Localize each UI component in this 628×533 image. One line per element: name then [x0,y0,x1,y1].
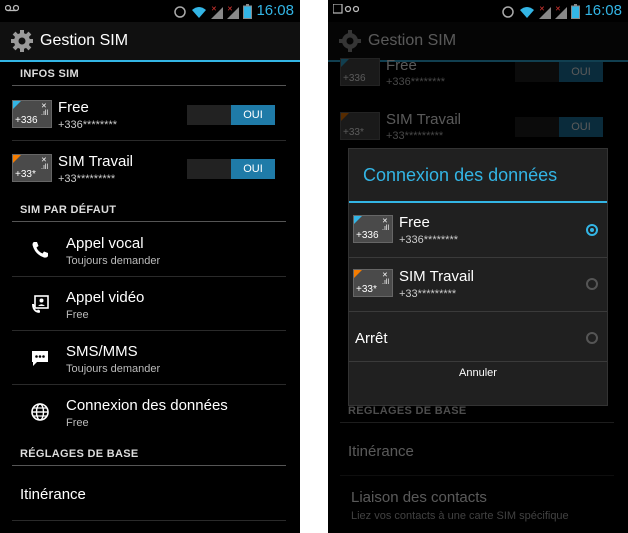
battery-icon [571,4,580,19]
list-item-itinerance: Itinérance [348,443,414,460]
divider [12,330,286,331]
data-connection-dialog: Connexion des données ✕ .ıll +336 Free +3… [348,148,608,406]
divider [340,475,614,476]
sync-icon [174,6,186,18]
sim-name-travail: SIM Travail [58,153,134,170]
item-title: SMS/MMS [66,343,138,360]
item-subtitle: Toujours demander [66,255,161,267]
toggle-label: OUI [231,159,275,179]
status-bar: ✕ ✕ 16:08 [328,0,628,22]
list-item-itinerance[interactable]: Itinérance [20,486,86,503]
sim-name-free: Free [58,99,89,116]
divider [349,257,607,258]
wifi-icon [520,7,534,18]
dialog-title-divider [349,201,607,203]
sim-toggle-free: OUI [515,62,603,82]
status-bar: ✕ ✕ 16:08 [0,0,300,22]
toggle-label: OUI [231,105,275,125]
signal-sim2-icon: ✕ [555,5,567,19]
sim-number-free: +336******** [58,119,118,131]
divider [349,361,607,362]
divider [12,276,286,277]
item-title: Connexion des données [66,397,228,414]
sim-toggle-travail: OUI [515,117,603,137]
signal-sim1-icon: ✕ [211,5,223,19]
sim-toggle-travail[interactable]: OUI [187,159,275,179]
video-call-icon [32,295,49,313]
divider [12,520,286,521]
svg-text:✕: ✕ [555,5,561,13]
sim-card-icon-free: ✕ .ıll +336 [12,100,52,128]
clock: 16:08 [584,2,622,19]
option-number: +336******** [399,234,459,246]
svg-text:✕: ✕ [539,5,545,13]
gear-icon [339,30,361,52]
section-divider [12,465,286,466]
sim-card-icon-free: +336 [340,58,380,86]
sim-name-travail: SIM Travail [386,111,462,128]
action-bar: Gestion SIM [0,22,300,62]
voicemail-icon [332,3,360,17]
action-bar: Gestion SIM [328,22,628,62]
signal-sim2-icon: ✕ [227,5,239,19]
sim-number-free: +336******** [386,76,446,88]
signal-sim1-icon: ✕ [539,5,551,19]
phone-screen-right: ✕ ✕ 16:08 Gestion SIM +336 Free +336****… [328,0,628,533]
sim-name-free: Free [386,57,417,74]
sim-toggle-free[interactable]: OUI [187,105,275,125]
gear-icon[interactable] [10,29,34,53]
section-header-infos-sim: INFOS SIM [20,68,79,80]
svg-text:✕: ✕ [227,5,233,13]
sim-card-icon-travail: ✕ .ıll +33* [353,269,393,297]
item-subtitle: Free [66,309,89,321]
divider [12,140,286,141]
page-title: Gestion SIM [40,32,129,49]
option-name: SIM Travail [399,268,475,285]
dialog-title: Connexion des données [363,165,558,185]
svg-text:✕: ✕ [211,5,217,13]
section-divider [12,85,286,86]
sim-card-icon-free: ✕ .ıll +336 [353,215,393,243]
toggle-label: OUI [559,62,603,82]
divider [12,384,286,385]
section-divider [340,422,614,423]
item-subtitle: Liez vos contacts à une carte SIM spécif… [351,510,569,522]
item-title: Appel vocal [66,235,144,252]
page-title: Gestion SIM [368,32,457,49]
item-subtitle: Toujours demander [66,363,161,375]
phone-screen-left: ✕ ✕ 16:08 Gestion SIM INFOS SIM ✕ .ıll +3… [0,0,300,533]
voicemail-icon [4,4,20,15]
message-icon [32,351,48,366]
divider [349,311,607,312]
radio-selected[interactable] [586,224,598,236]
section-header-sim-default: SIM PAR DÉFAUT [20,204,117,216]
radio-unselected[interactable] [586,332,598,344]
section-header-reglages-base: RÉGLAGES DE BASE [20,448,139,460]
item-subtitle: Free [66,417,89,429]
sim-card-icon-travail: ✕ .ıll +33* [12,154,52,182]
cancel-button[interactable]: Annuler [349,367,607,379]
sim-card-icon-travail: +33* [340,112,380,140]
radio-unselected[interactable] [586,278,598,290]
sync-icon [502,6,514,18]
toggle-label: OUI [559,117,603,137]
section-header-reglages-base: RÉGLAGES DE BASE [348,405,467,417]
clock: 16:08 [256,2,294,19]
option-number: +33********* [399,288,457,300]
battery-icon [243,4,252,19]
option-name: Free [399,214,430,231]
sim-number-travail: +33********* [386,130,444,142]
section-divider [12,221,286,222]
option-name: Arrêt [355,330,388,347]
globe-icon [31,403,49,421]
item-title: Appel vidéo [66,289,145,306]
sim-number-travail: +33********* [58,173,116,185]
phone-icon [32,242,48,258]
list-item-liaison-contacts: Liaison des contacts [351,489,487,506]
wifi-icon [192,7,206,18]
